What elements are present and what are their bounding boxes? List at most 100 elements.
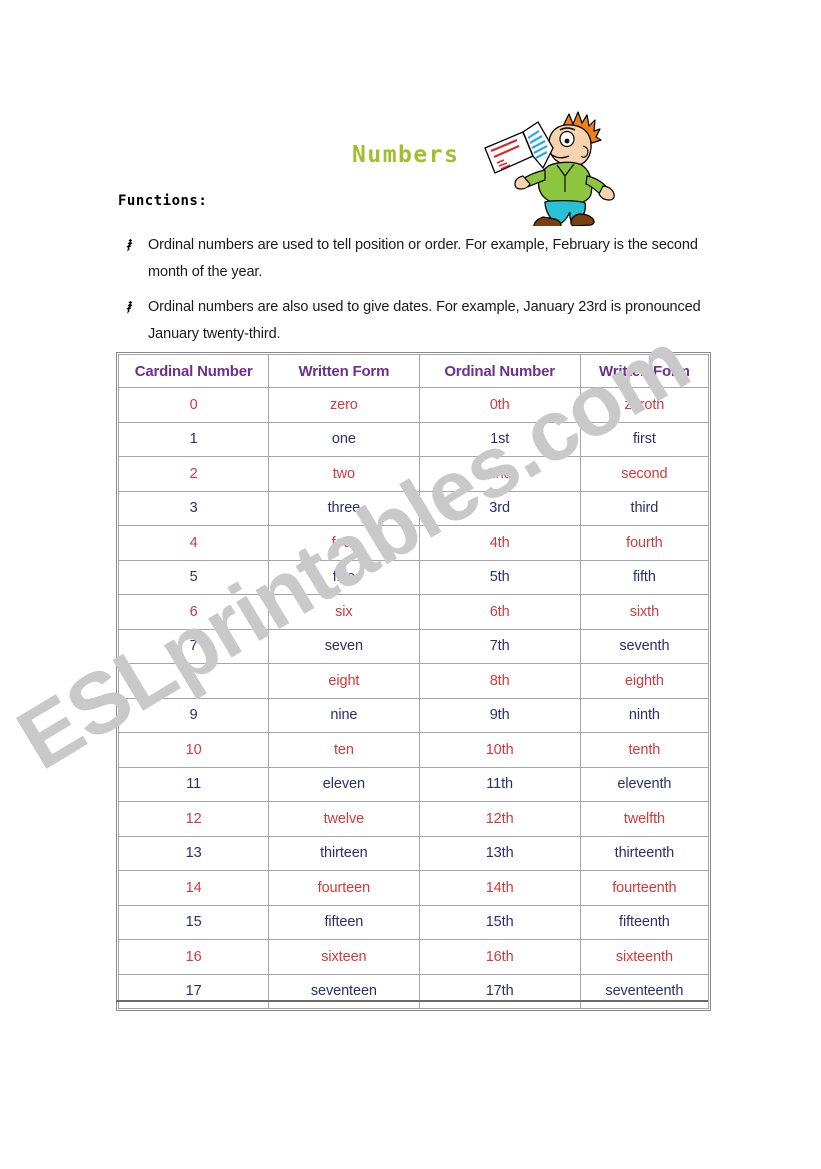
cell-ordinal-written-form: sixth: [579, 594, 710, 630]
pen-nib-bullet-icon: [126, 232, 148, 252]
cell-ordinal-number: 12th: [418, 801, 581, 837]
cell-ordinal-number: 4th: [418, 525, 581, 561]
cell-cardinal-written-form: nine: [268, 697, 420, 733]
cell-ordinal-number: 1st: [418, 421, 581, 457]
functions-bullet-list: Ordinal numbers are used to tell positio…: [126, 232, 716, 356]
bullet-text: Ordinal numbers are also used to give da…: [148, 299, 701, 342]
cell-cardinal-number: 14: [117, 870, 270, 906]
numbers-table-container: Cardinal Number Written Form Ordinal Num…: [116, 352, 711, 1011]
table-row: 16 sixteen 16th sixteenth: [117, 939, 710, 975]
cell-cardinal-number: 9: [117, 697, 270, 733]
cell-ordinal-number: 10th: [418, 732, 581, 768]
cell-cardinal-written-form: three: [268, 490, 420, 526]
table-row: 2 two 2nd second: [117, 456, 710, 492]
cell-cardinal-number: 7: [117, 628, 270, 664]
table-row: 15 fifteen 15th fifteenth: [117, 904, 710, 940]
cell-ordinal-number: 17th: [418, 973, 581, 1009]
cell-ordinal-number: 13th: [418, 835, 581, 871]
cell-ordinal-number: 15th: [418, 904, 581, 940]
cell-cardinal-number: 5: [117, 559, 270, 595]
cell-ordinal-written-form: second: [579, 456, 710, 492]
table-row: 0 zero 0th zeroth: [117, 387, 710, 423]
functions-heading: Functions:: [118, 193, 208, 209]
column-header-written-form-cardinal: Written Form: [268, 354, 420, 388]
cell-ordinal-number: 6th: [418, 594, 581, 630]
table-row: 14 fourteen 14th fourteenth: [117, 870, 710, 906]
cell-cardinal-number: 3: [117, 490, 270, 526]
table-row: 3 three 3rd third: [117, 490, 710, 526]
bullet-text: Ordinal numbers are used to tell positio…: [148, 237, 698, 280]
cell-cardinal-written-form: fifteen: [268, 904, 420, 940]
cell-ordinal-written-form: first: [579, 421, 710, 457]
table-row: 5 five 5th fifth: [117, 559, 710, 595]
cell-ordinal-written-form: seventh: [579, 628, 710, 664]
cell-ordinal-number: 14th: [418, 870, 581, 906]
cell-cardinal-written-form: eleven: [268, 766, 420, 802]
cell-ordinal-number: 16th: [418, 939, 581, 975]
cell-ordinal-written-form: fourth: [579, 525, 710, 561]
cell-ordinal-number: 7th: [418, 628, 581, 664]
cell-ordinal-number: 8th: [418, 663, 581, 699]
table-row: 17 seventeen 17th seventeenth: [117, 973, 710, 1009]
cell-cardinal-number: 11: [117, 766, 270, 802]
cell-cardinal-number: 16: [117, 939, 270, 975]
cell-cardinal-number: 15: [117, 904, 270, 940]
boy-reading-book-illustration: [479, 110, 617, 226]
cell-cardinal-number: 4: [117, 525, 270, 561]
table-row: 12 twelve 12th twelfth: [117, 801, 710, 837]
pen-nib-bullet-icon: [126, 294, 148, 314]
table-row: 1 one 1st first: [117, 421, 710, 457]
cell-ordinal-written-form: twelfth: [579, 801, 710, 837]
cell-cardinal-number: 0: [117, 387, 270, 423]
worksheet-page: ESLprintables.com Numbers Functions: Ord…: [0, 0, 821, 1169]
table-body: 0 zero 0th zeroth 1 one 1st first 2 two 2nd second 3…: [117, 387, 710, 1009]
cell-cardinal-written-form: fourteen: [268, 870, 420, 906]
cell-ordinal-written-form: fifth: [579, 559, 710, 595]
column-header-written-form-ordinal: Written Form: [579, 354, 710, 388]
list-item: Ordinal numbers are used to tell positio…: [126, 232, 716, 286]
cell-cardinal-written-form: eight: [268, 663, 420, 699]
cell-cardinal-written-form: ten: [268, 732, 420, 768]
cell-cardinal-written-form: two: [268, 456, 420, 492]
cell-cardinal-written-form: seventeen: [268, 973, 420, 1009]
table-row: 9 nine 9th ninth: [117, 697, 710, 733]
table-row: 11 eleven 11th eleventh: [117, 766, 710, 802]
cell-cardinal-number: 17: [117, 973, 270, 1009]
cell-cardinal-written-form: four: [268, 525, 420, 561]
table-row: 10 ten 10th tenth: [117, 732, 710, 768]
cell-cardinal-number: 13: [117, 835, 270, 871]
table-bottom-rule: [116, 1000, 708, 1002]
cell-cardinal-written-form: six: [268, 594, 420, 630]
cell-cardinal-number: 12: [117, 801, 270, 837]
cell-ordinal-written-form: seventeenth: [579, 973, 710, 1009]
cell-ordinal-written-form: zeroth: [579, 387, 710, 423]
cell-cardinal-written-form: seven: [268, 628, 420, 664]
cell-cardinal-number: 2: [117, 456, 270, 492]
table-header-row: Cardinal Number Written Form Ordinal Num…: [117, 354, 710, 388]
cell-cardinal-written-form: five: [268, 559, 420, 595]
cell-ordinal-written-form: eleventh: [579, 766, 710, 802]
cell-ordinal-number: 2nd: [418, 456, 581, 492]
cell-ordinal-number: 0th: [418, 387, 581, 423]
cell-ordinal-written-form: ninth: [579, 697, 710, 733]
list-item: Ordinal numbers are also used to give da…: [126, 294, 716, 348]
table-row: 13 thirteen 13th thirteenth: [117, 835, 710, 871]
cell-ordinal-number: 11th: [418, 766, 581, 802]
column-header-cardinal-number: Cardinal Number: [117, 354, 270, 388]
cell-ordinal-written-form: third: [579, 490, 710, 526]
page-title: Numbers: [352, 142, 460, 168]
cell-ordinal-number: 3rd: [418, 490, 581, 526]
numbers-table: Cardinal Number Written Form Ordinal Num…: [117, 354, 710, 1009]
cell-ordinal-written-form: tenth: [579, 732, 710, 768]
cell-cardinal-written-form: thirteen: [268, 835, 420, 871]
cell-cardinal-number: 10: [117, 732, 270, 768]
cell-ordinal-written-form: sixteenth: [579, 939, 710, 975]
cell-ordinal-number: 5th: [418, 559, 581, 595]
table-row: 6 six 6th sixth: [117, 594, 710, 630]
cell-ordinal-written-form: fourteenth: [579, 870, 710, 906]
cell-ordinal-number: 9th: [418, 697, 581, 733]
table-row: 4 four 4th fourth: [117, 525, 710, 561]
cell-cardinal-written-form: one: [268, 421, 420, 457]
cell-ordinal-written-form: eighth: [579, 663, 710, 699]
column-header-ordinal-number: Ordinal Number: [418, 354, 581, 388]
